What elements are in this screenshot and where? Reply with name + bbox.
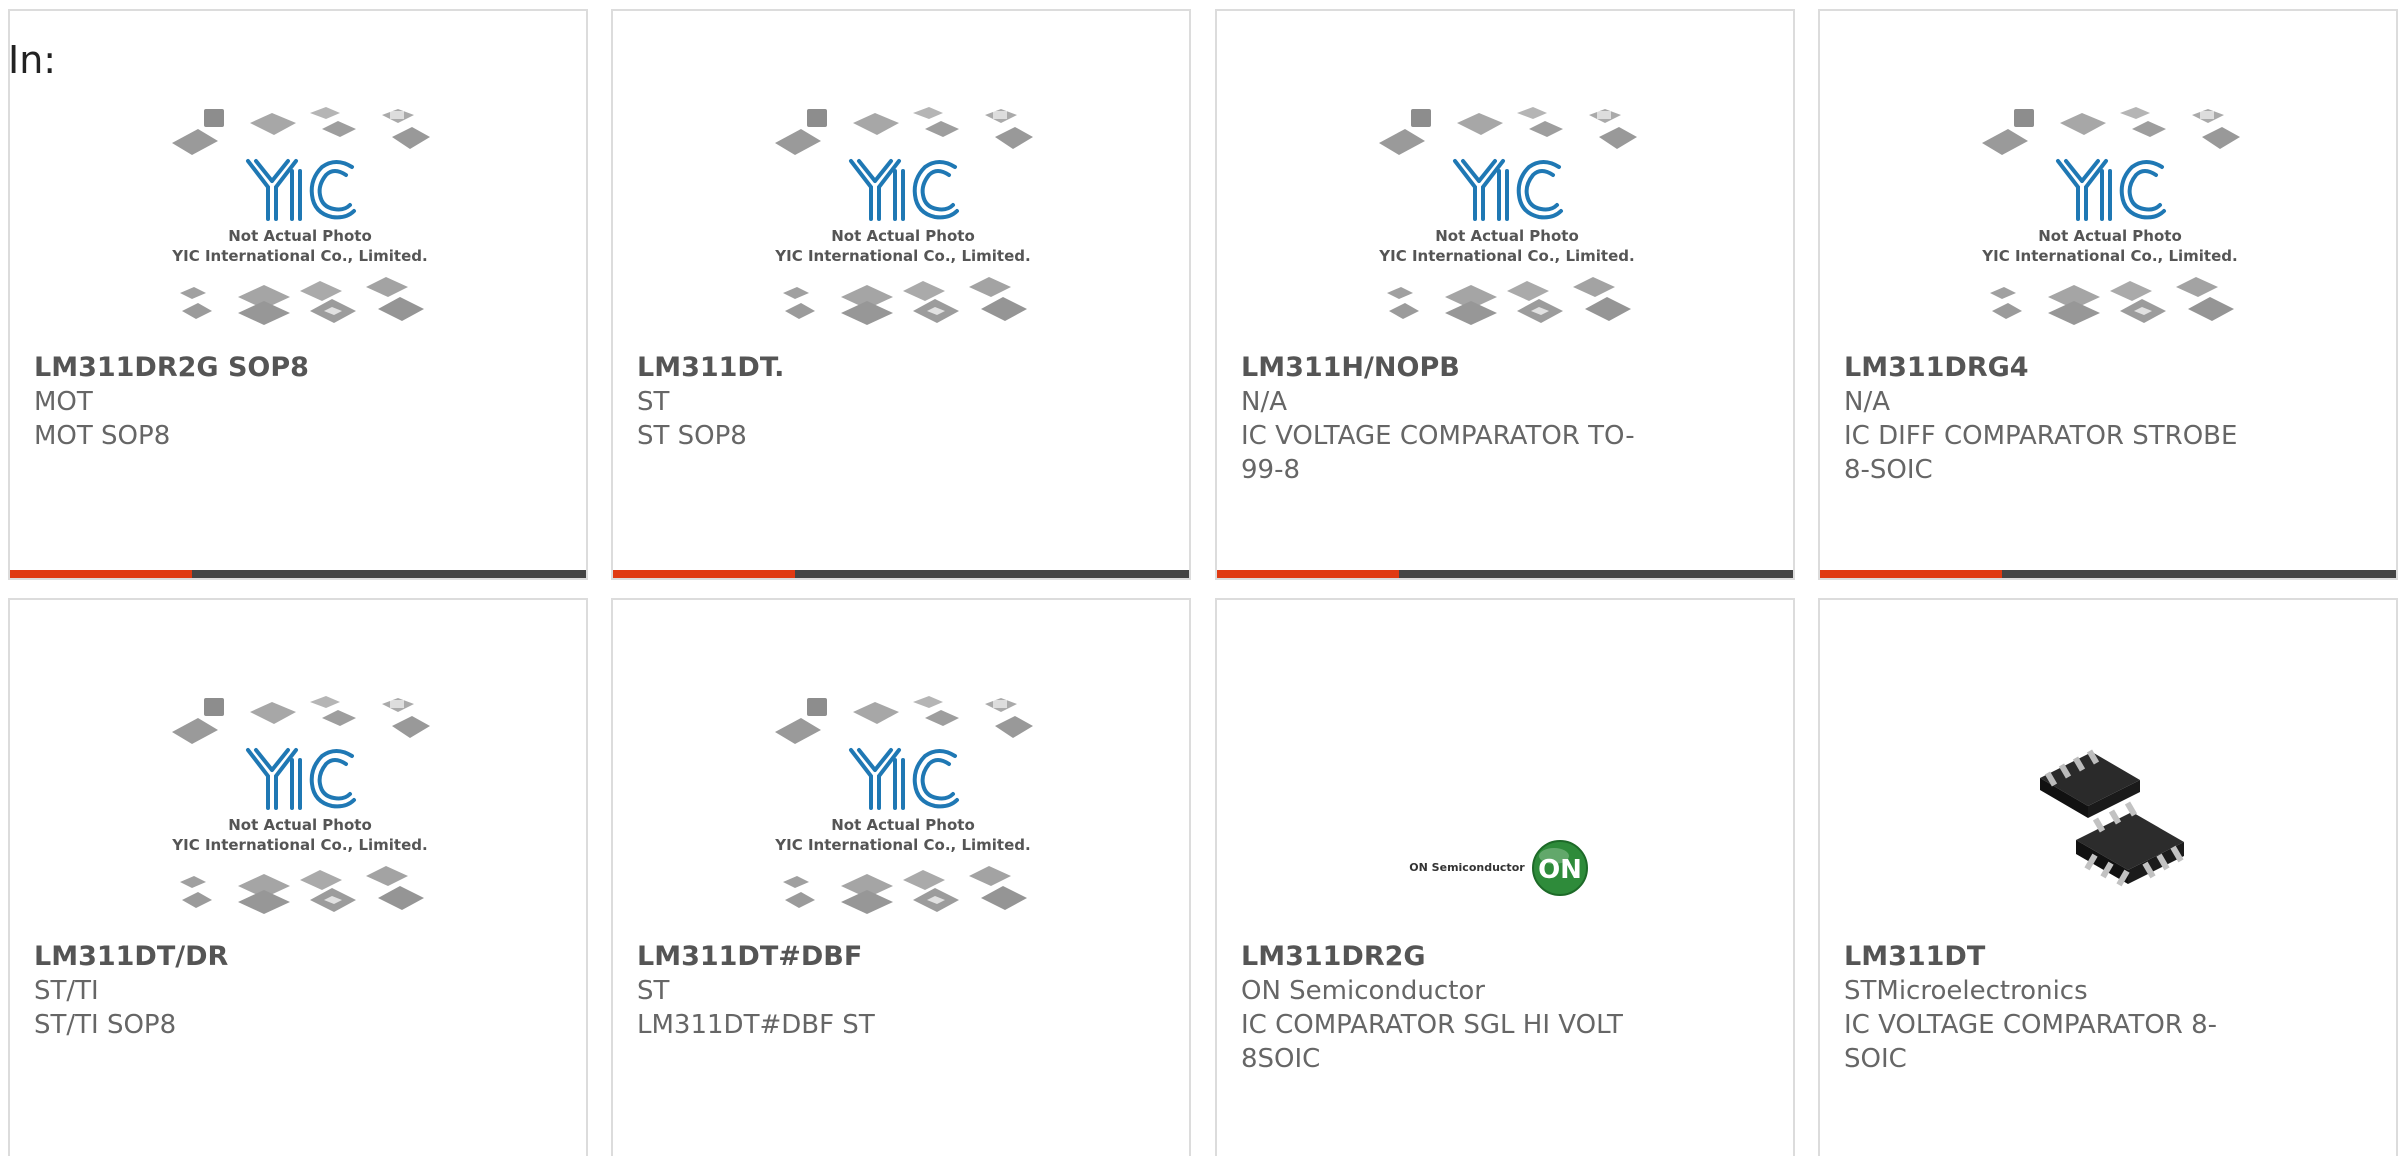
manufacturer: N/A [1844, 387, 1890, 417]
part-number[interactable]: LM311DT. [637, 351, 1157, 385]
product-card[interactable]: LM311H/NOPB N/A IC VOLTAGE COMPARATOR TO… [1215, 9, 1795, 580]
product-card[interactable]: LM311DT. ST ST SOP8 [611, 9, 1191, 580]
yic-placeholder-image[interactable] [763, 690, 1043, 940]
part-number[interactable]: LM311DT [1844, 940, 2364, 974]
manufacturer: N/A [1241, 387, 1287, 417]
product-grid-page: In: LM311DR2G SOP8 MOT MOT SOP8 LM311DT.… [0, 0, 2400, 1156]
yic-placeholder-image[interactable] [1367, 101, 1647, 351]
manufacturer: ST [637, 387, 670, 417]
product-card[interactable]: LM311DT STMicroelectronics IC VOLTAGE CO… [1818, 598, 2398, 1156]
card-bar-accent [1820, 570, 2002, 578]
description: IC VOLTAGE COMPARATOR TO-99-8 [1241, 421, 1635, 485]
product-card[interactable]: LM311DRG4 N/A IC DIFF COMPARATOR STROBE … [1818, 9, 2398, 580]
on-logo-mark: ON [1538, 855, 1582, 885]
description: LM311DT#DBF ST [637, 1010, 875, 1040]
product-card[interactable]: ON Semiconductor ON LM311DR2G ON Semicon… [1215, 598, 1795, 1156]
on-logo-wordmark: ON Semiconductor [1409, 861, 1525, 874]
description: IC COMPARATOR SGL HI VOLT 8SOIC [1241, 1010, 1623, 1074]
description: IC DIFF COMPARATOR STROBE 8-SOIC [1844, 421, 2238, 485]
card-bar [613, 570, 1189, 578]
manufacturer: ST [637, 976, 670, 1006]
yic-placeholder-image[interactable] [1970, 101, 2250, 351]
yic-placeholder-image[interactable] [160, 690, 440, 940]
manufacturer: ON Semiconductor [1241, 976, 1485, 1006]
part-number[interactable]: LM311DT#DBF [637, 940, 1157, 974]
yic-placeholder-image[interactable] [763, 101, 1043, 351]
part-number[interactable]: LM311DR2G [1241, 940, 1761, 974]
card-bar [10, 570, 586, 578]
card-bar [1820, 570, 2396, 578]
manufacturer: ST/TI [34, 976, 99, 1006]
description: ST SOP8 [637, 421, 747, 451]
part-number[interactable]: LM311DRG4 [1844, 351, 2364, 385]
card-bar-accent [10, 570, 192, 578]
product-card[interactable]: LM311DT/DR ST/TI ST/TI SOP8 [8, 598, 588, 1156]
product-card[interactable]: LM311DR2G SOP8 MOT MOT SOP8 [8, 9, 588, 580]
description: ST/TI SOP8 [34, 1010, 177, 1040]
description: IC VOLTAGE COMPARATOR 8-SOIC [1844, 1010, 2218, 1074]
card-bar [1217, 570, 1793, 578]
part-number[interactable]: LM311DR2G SOP8 [34, 351, 554, 385]
in-label: In: [8, 38, 57, 82]
manufacturer: STMicroelectronics [1844, 976, 2088, 1006]
part-number[interactable]: LM311H/NOPB [1241, 351, 1761, 385]
soic8-chip-image[interactable] [1970, 690, 2250, 940]
yic-placeholder-image[interactable] [160, 101, 440, 351]
card-bar-accent [1217, 570, 1399, 578]
manufacturer: MOT [34, 387, 93, 417]
card-bar-accent [613, 570, 795, 578]
description: MOT SOP8 [34, 421, 171, 451]
product-card[interactable]: LM311DT#DBF ST LM311DT#DBF ST [611, 598, 1191, 1156]
part-number[interactable]: LM311DT/DR [34, 940, 554, 974]
on-semiconductor-logo-image[interactable]: ON Semiconductor ON [1367, 690, 1647, 940]
